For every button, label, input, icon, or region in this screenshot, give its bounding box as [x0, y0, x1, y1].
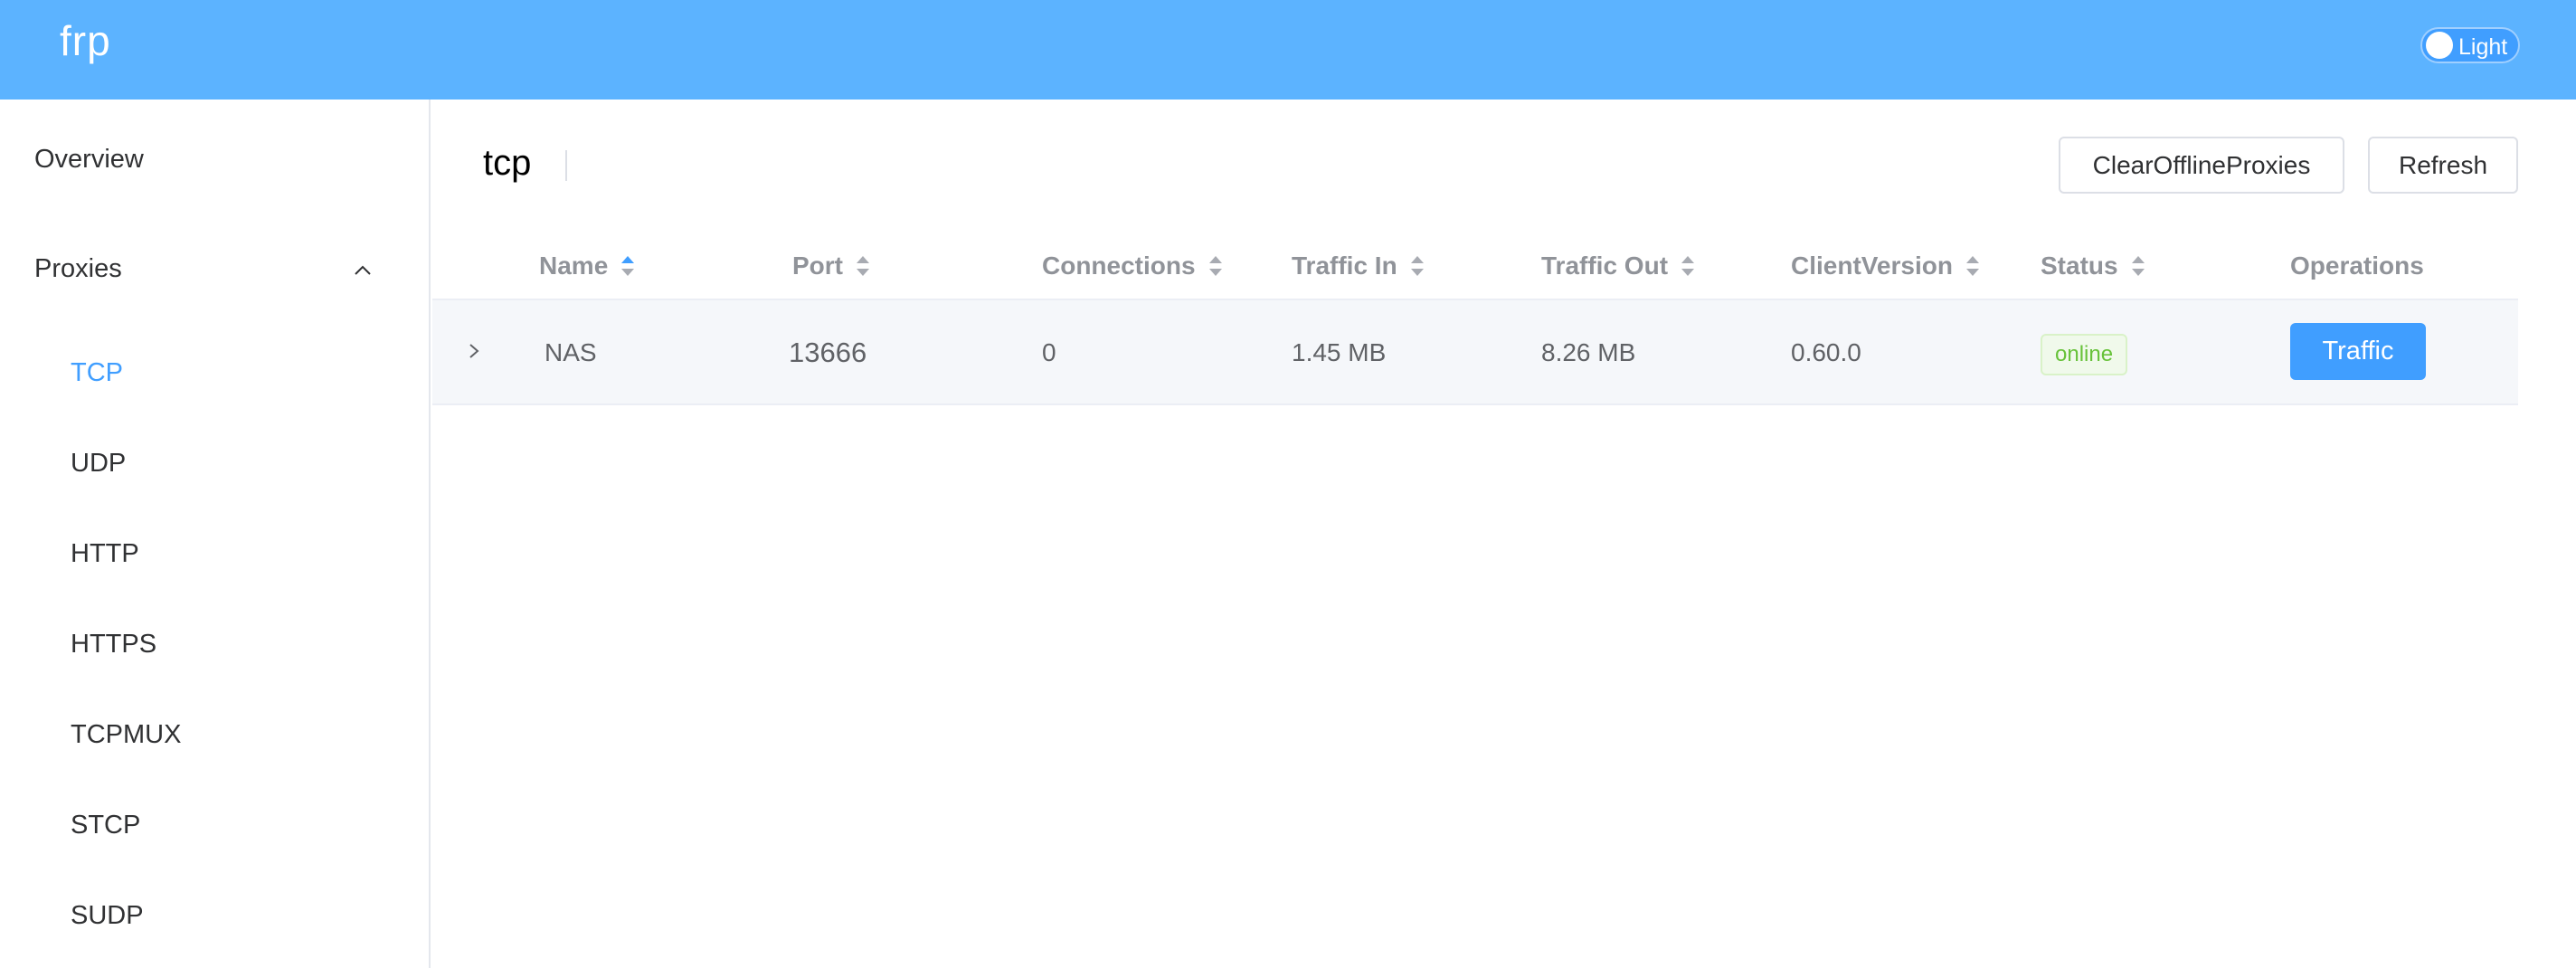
sidebar-item-stcp[interactable]: STCP: [71, 811, 140, 840]
main-content: tcp ClearOfflineProxies Refresh Name Por…: [432, 100, 2576, 968]
sidebar-item-tcp[interactable]: TCP: [71, 358, 123, 388]
app-logo: frp: [60, 17, 111, 64]
sort-icon[interactable]: [1964, 253, 1982, 279]
column-header-client-version[interactable]: ClientVersion: [1791, 251, 1982, 280]
column-header-name[interactable]: Name: [539, 251, 637, 280]
proxy-table: Name Port Connections Traffic In Traffic…: [432, 235, 2518, 405]
sidebar: Overview Proxies TCP UDP HTTP HTTPS TCPM…: [0, 100, 431, 968]
cell-connections: 0: [1042, 338, 1056, 366]
sidebar-item-https[interactable]: HTTPS: [71, 630, 156, 660]
page-title: tcp: [483, 143, 532, 183]
sidebar-item-sudp[interactable]: SUDP: [71, 901, 144, 931]
sidebar-item-overview[interactable]: Overview: [34, 145, 144, 175]
toggle-knob: [2426, 32, 2453, 59]
sort-icon[interactable]: [1679, 253, 1697, 279]
chevron-up-icon[interactable]: [353, 261, 373, 280]
top-header: frp Light: [0, 0, 2576, 100]
table-row[interactable]: NAS 13666 0 1.45 MB 8.26 MB 0.60.0 onlin…: [432, 300, 2518, 405]
cell-name: NAS: [545, 338, 597, 366]
traffic-button[interactable]: Traffic: [2290, 323, 2426, 380]
sidebar-item-udp[interactable]: UDP: [71, 449, 126, 479]
column-header-traffic-in[interactable]: Traffic In: [1292, 251, 1426, 280]
sort-icon[interactable]: [1207, 253, 1225, 279]
column-header-operations: Operations: [2290, 251, 2424, 280]
cell-traffic-out: 8.26 MB: [1541, 338, 1636, 366]
cell-client-version: 0.60.0: [1791, 338, 1861, 366]
sort-icon[interactable]: [619, 253, 637, 279]
cell-traffic-in: 1.45 MB: [1292, 338, 1387, 366]
column-header-port[interactable]: Port: [792, 251, 872, 280]
column-header-connections[interactable]: Connections: [1042, 251, 1225, 280]
column-header-traffic-out[interactable]: Traffic Out: [1541, 251, 1697, 280]
chevron-right-icon[interactable]: [465, 340, 483, 362]
sidebar-item-proxies[interactable]: Proxies: [34, 254, 122, 284]
title-divider: [565, 150, 567, 181]
sort-icon[interactable]: [2129, 253, 2147, 279]
table-header: Name Port Connections Traffic In Traffic…: [432, 235, 2518, 300]
sidebar-item-tcpmux[interactable]: TCPMUX: [71, 720, 181, 750]
column-header-status[interactable]: Status: [2041, 251, 2147, 280]
status-badge: online: [2041, 334, 2128, 375]
cell-port: 13666: [789, 337, 867, 368]
sort-icon[interactable]: [1408, 253, 1426, 279]
sort-icon[interactable]: [854, 253, 872, 279]
theme-toggle-label: Light: [2458, 34, 2508, 60]
sidebar-item-http[interactable]: HTTP: [71, 539, 139, 569]
refresh-button[interactable]: Refresh: [2368, 137, 2518, 194]
theme-toggle[interactable]: Light: [2420, 27, 2520, 63]
clear-offline-proxies-button[interactable]: ClearOfflineProxies: [2059, 137, 2344, 194]
